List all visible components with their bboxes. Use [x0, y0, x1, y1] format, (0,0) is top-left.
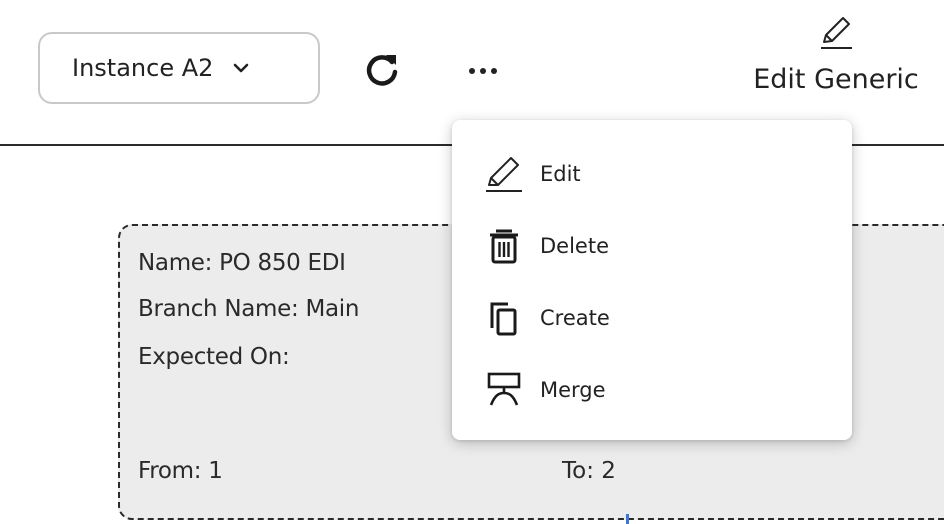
more-horizontal-icon	[469, 68, 475, 74]
edit-generic-button[interactable]: Edit Generic	[728, 10, 944, 110]
more-options-button[interactable]	[458, 56, 508, 86]
menu-item-delete[interactable]: Delete	[452, 214, 852, 278]
menu-item-label: Delete	[540, 234, 609, 258]
merge-icon	[482, 368, 526, 412]
card-to: To: 2	[562, 458, 616, 484]
instance-select[interactable]: Instance A2	[38, 32, 320, 104]
menu-item-edit[interactable]: Edit	[452, 142, 852, 206]
edit-generic-label: Edit Generic	[753, 64, 919, 95]
refresh-button[interactable]	[358, 52, 406, 92]
trash-icon	[482, 224, 526, 268]
pencil-icon	[482, 152, 526, 196]
page: Instance A2 Edit Generic Name: PO 850 ED…	[0, 0, 944, 524]
card-from: From: 1	[138, 458, 223, 484]
menu-item-create[interactable]: Create	[452, 286, 852, 350]
menu-item-label: Edit	[540, 162, 581, 186]
pencil-icon	[816, 12, 856, 56]
menu-item-label: Create	[540, 306, 610, 330]
connector-handle[interactable]	[626, 514, 629, 524]
actions-menu: Edit Delete Create Merge	[452, 120, 852, 440]
card-name: Name: PO 850 EDI	[138, 250, 346, 276]
instance-select-value: Instance A2	[72, 54, 214, 82]
refresh-icon	[362, 50, 402, 94]
copy-icon	[482, 296, 526, 340]
card-expected: Expected On:	[138, 344, 290, 370]
menu-item-label: Merge	[540, 378, 606, 402]
card-branch: Branch Name: Main	[138, 296, 360, 322]
menu-item-merge[interactable]: Merge	[452, 358, 852, 422]
chevron-down-icon	[233, 62, 249, 74]
